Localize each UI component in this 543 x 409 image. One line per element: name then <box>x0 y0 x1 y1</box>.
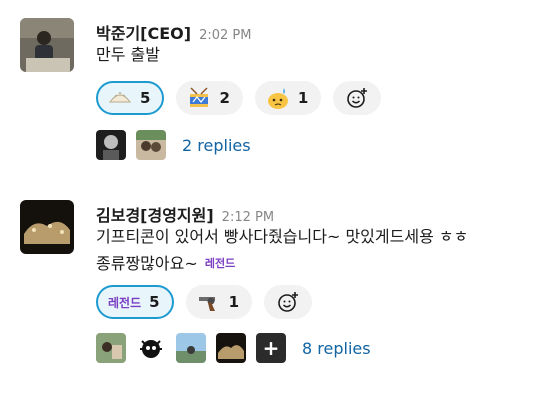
add-emoji-icon <box>278 292 298 312</box>
message-text: 만두 출발 <box>96 45 160 64</box>
reply-avatar <box>216 333 246 363</box>
reply-avatar <box>96 130 126 160</box>
timestamp[interactable]: 2:12 PM <box>222 210 274 225</box>
reply-avatar <box>136 130 166 160</box>
message-header: 박준기[CEO] 2:02 PM <box>96 20 251 44</box>
message-1: 박준기[CEO] 2:02 PM 만두 출발 5 2 1 2 replies <box>0 0 543 175</box>
thread-summary[interactable]: + 8 replies <box>96 333 371 363</box>
author-name[interactable]: 김보경[경영지원] <box>96 206 214 225</box>
legend-emoji-icon: 레전드 <box>108 295 142 310</box>
drum-icon <box>187 86 211 110</box>
reaction-drum[interactable]: 2 <box>176 81 243 115</box>
message-text-line-1: 기프티콘이 있어서 빵사다줬습니다~ 맛있게드세용 ㅎㅎ <box>96 227 469 246</box>
legend-inline-emoji: 레전드 <box>204 257 236 270</box>
message-text-line-2: 종류짱많아요~ 레전드 <box>96 250 468 278</box>
reaction-bar: 5 2 1 <box>96 81 382 115</box>
reaction-count: 1 <box>228 293 239 311</box>
dumpling-icon <box>108 86 132 110</box>
reaction-revolver[interactable]: 1 <box>185 285 252 319</box>
reaction-count: 1 <box>297 89 309 107</box>
reply-avatar <box>136 333 166 363</box>
reaction-bar: 레전드 5 1 <box>96 285 312 319</box>
reaction-sweating-face[interactable]: 1 <box>254 81 322 115</box>
reaction-dumpling[interactable]: 5 <box>96 81 165 115</box>
add-reaction-button[interactable] <box>264 285 312 319</box>
author-name[interactable]: 박준기[CEO] <box>96 24 191 43</box>
replies-link[interactable]: 8 replies <box>302 339 371 358</box>
revolver-icon <box>197 290 221 314</box>
reply-avatar <box>176 333 206 363</box>
timestamp[interactable]: 2:02 PM <box>199 28 251 43</box>
reaction-count: 5 <box>149 293 160 311</box>
avatar[interactable] <box>20 18 74 72</box>
message-body: 만두 출발 <box>96 42 160 68</box>
reaction-count: 5 <box>140 89 151 107</box>
message-header: 김보경[경영지원] 2:12 PM <box>96 202 274 226</box>
reaction-legend[interactable]: 레전드 5 <box>96 285 174 319</box>
message-text-line-2-text: 종류짱많아요~ <box>96 254 198 273</box>
add-emoji-icon <box>347 88 368 108</box>
message-2: 김보경[경영지원] 2:12 PM 기프티콘이 있어서 빵사다줬습니다~ 맛있게드… <box>0 180 543 409</box>
avatar[interactable] <box>20 200 74 254</box>
message-body: 기프티콘이 있어서 빵사다줬습니다~ 맛있게드세용 ㅎㅎ 종류짱많아요~ 레전드 <box>96 224 468 278</box>
add-reaction-button[interactable] <box>333 81 382 115</box>
reaction-count: 2 <box>219 89 230 107</box>
replies-link[interactable]: 2 replies <box>182 136 251 155</box>
sweating-face-icon <box>266 86 290 110</box>
reply-avatar <box>96 333 126 363</box>
thread-summary[interactable]: 2 replies <box>96 130 251 160</box>
more-replies-plus-icon: + <box>256 333 286 363</box>
